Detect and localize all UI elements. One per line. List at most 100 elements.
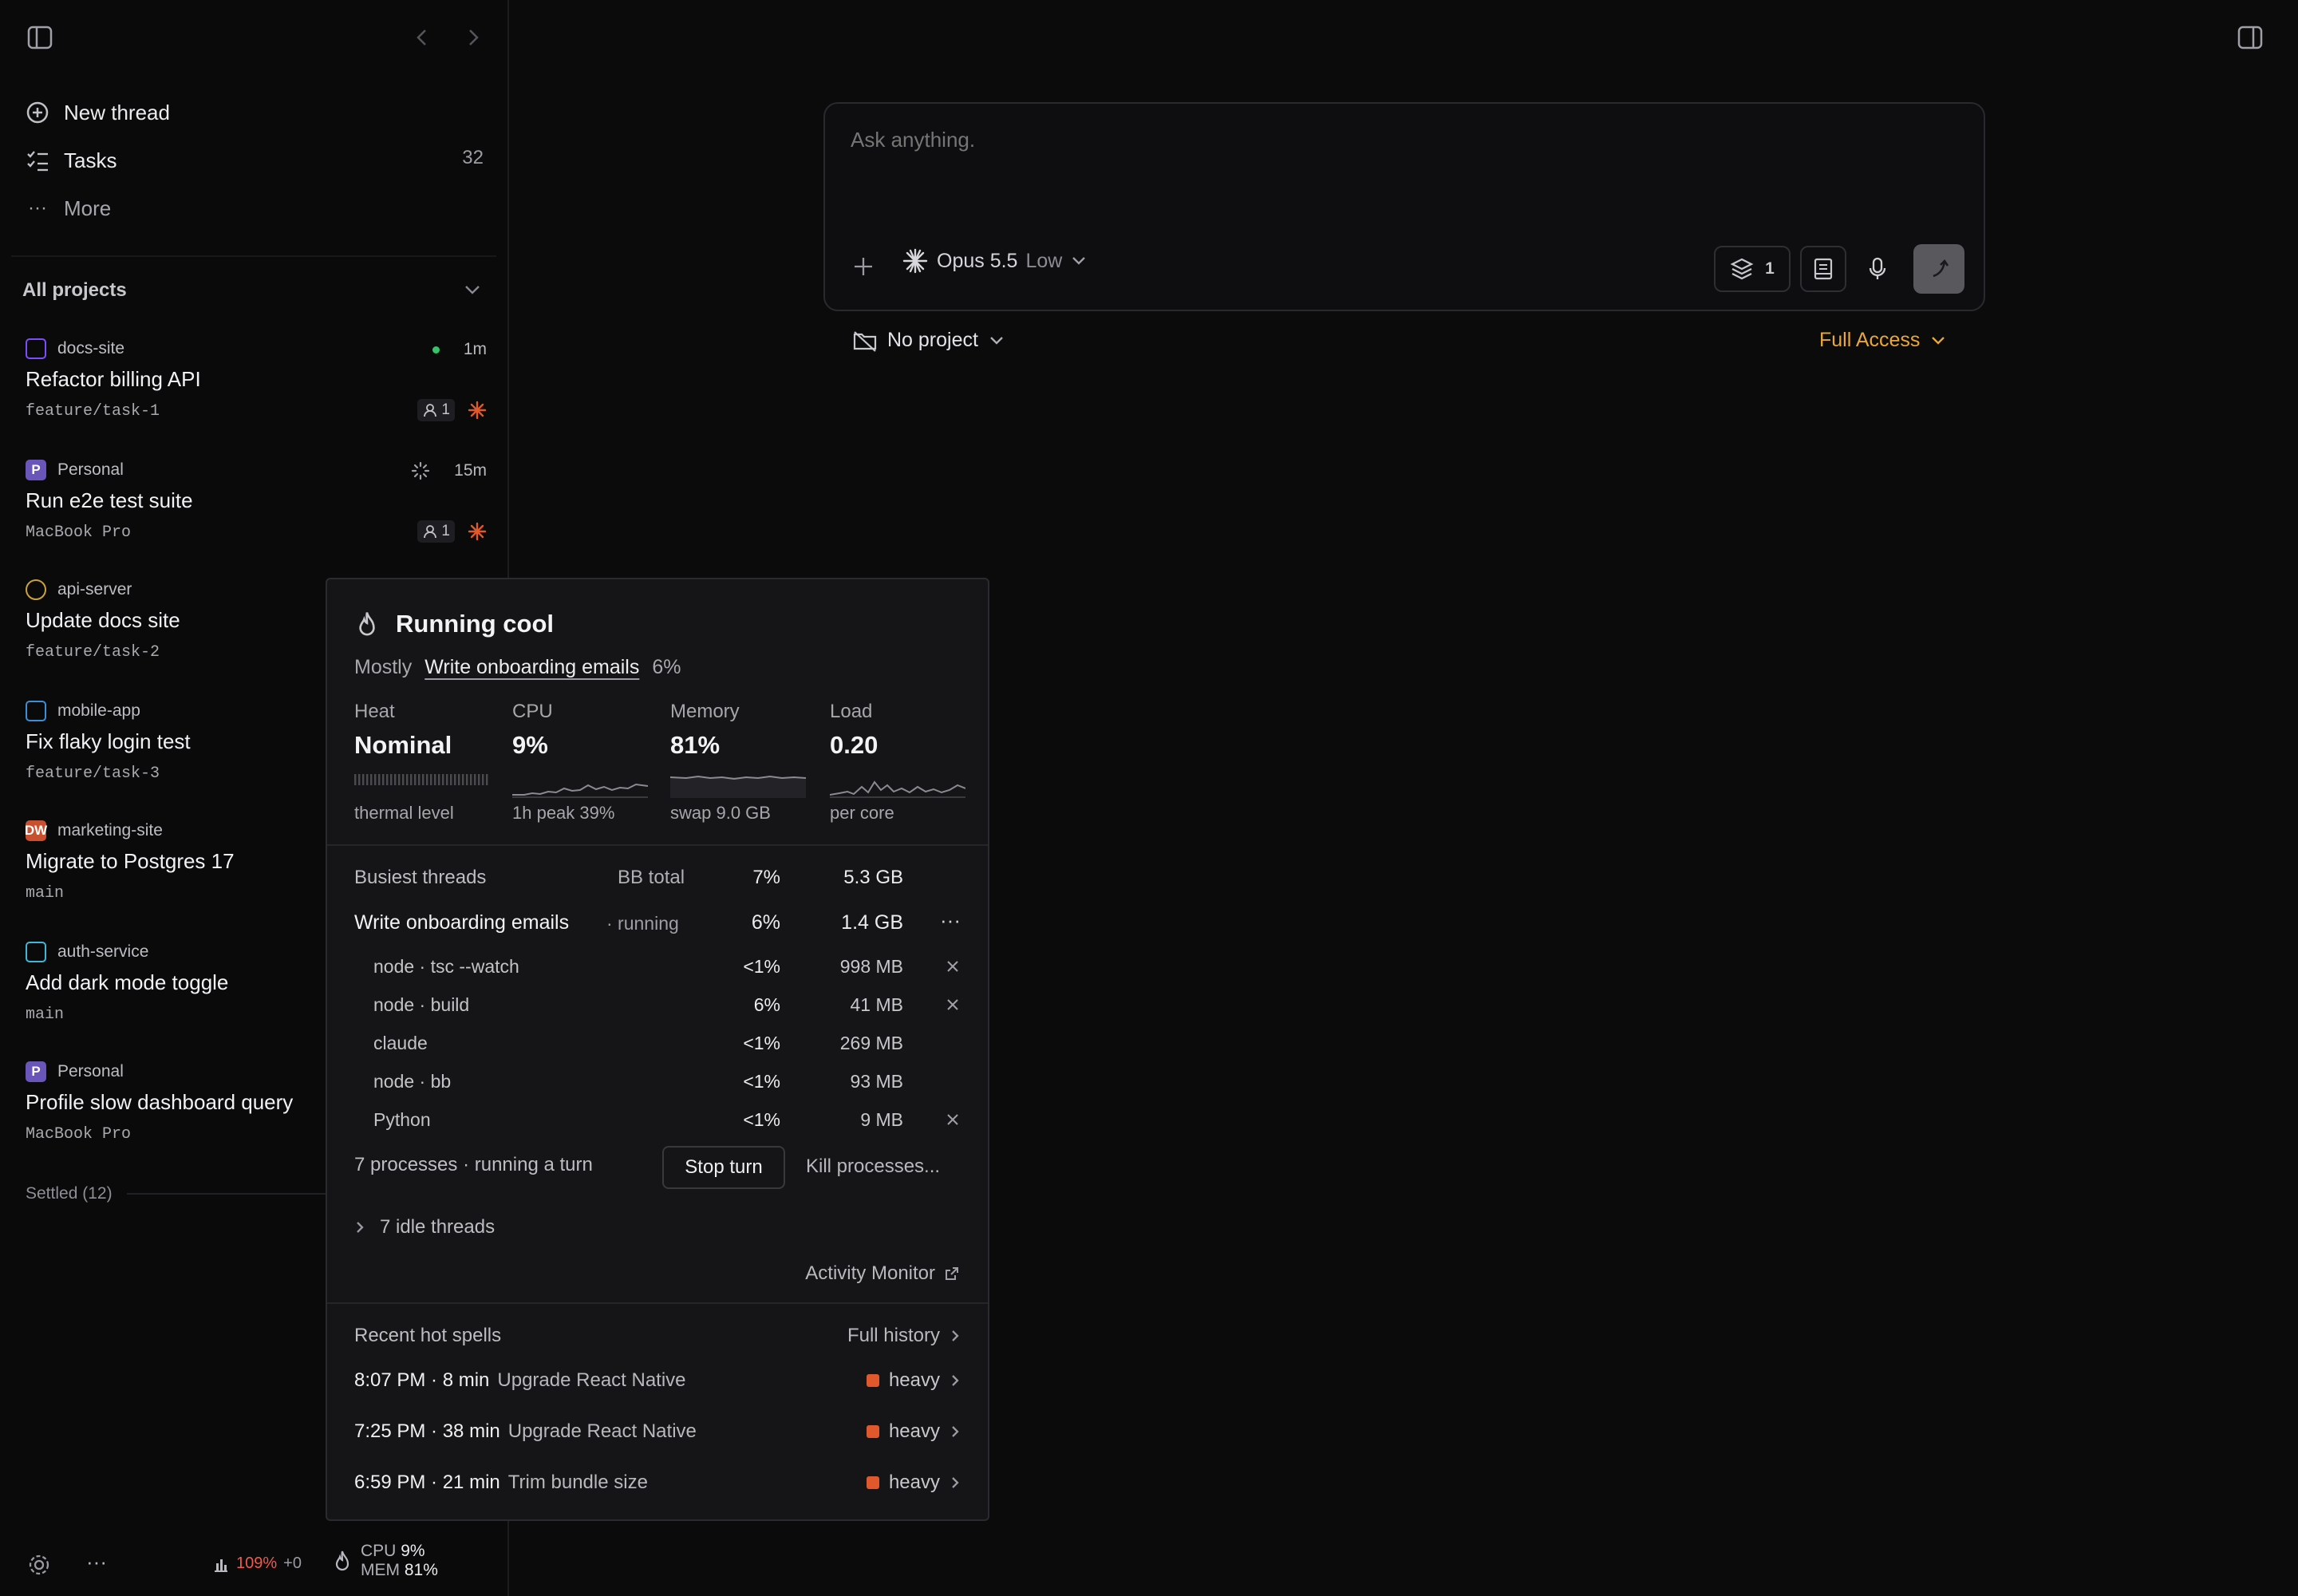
popover-divider — [327, 844, 988, 846]
metric-label: Heat — [354, 701, 395, 722]
attach-plus-icon[interactable] — [852, 255, 875, 282]
folder-off-icon — [853, 330, 877, 352]
busiest-thread-name: Write onboarding emails — [354, 911, 570, 934]
spell-level-label: heavy — [888, 1420, 940, 1442]
metric-value: 9% — [512, 731, 548, 759]
thread-branch: feature/task-1 — [26, 402, 160, 421]
thread-project: api-server — [26, 579, 132, 600]
bb-total-cpu: 7% — [752, 867, 780, 888]
hot-spell-row[interactable]: 6:59 PM · 21 min Trim bundle size heavy — [354, 1472, 961, 1503]
metric-label: CPU — [512, 701, 553, 722]
bb-total-mem: 5.3 GB — [843, 867, 903, 888]
process-row: Python <1% 9 MB — [354, 1109, 961, 1141]
model-selector[interactable]: Opus 5.5 Low — [902, 247, 1088, 275]
project-icon — [26, 579, 46, 600]
participants-count: 1 — [441, 523, 450, 539]
chevron-right-icon — [952, 1375, 959, 1386]
spell-time: 6:59 PM · 21 min — [354, 1472, 500, 1493]
sidebar-toggle-icon[interactable] — [27, 26, 53, 53]
tasks-button[interactable]: Tasks — [24, 140, 116, 180]
metric-heat: Heat Nominal thermal level — [354, 701, 490, 823]
spell-level-label: heavy — [888, 1369, 940, 1391]
footer-more-icon[interactable]: ··· — [86, 1550, 107, 1574]
load-indicator[interactable]: 109% +0 — [212, 1555, 302, 1573]
activity-monitor-label: Activity Monitor — [805, 1262, 935, 1284]
model-name: Opus 5.5 — [937, 249, 1018, 272]
thread-item[interactable]: docs-site Refactor billing API feature/tas… — [26, 338, 487, 450]
close-icon[interactable] — [945, 996, 961, 1017]
project-selector[interactable]: No project — [852, 329, 1005, 352]
idle-threads-toggle[interactable]: 7 idle threads — [354, 1216, 495, 1238]
project-name: auth-service — [57, 942, 149, 961]
load-delta: +0 — [283, 1555, 302, 1572]
hot-spell-row[interactable]: 7:25 PM · 38 min Upgrade React Native heav… — [354, 1420, 961, 1452]
thermal-tick — [462, 774, 464, 785]
sidebar-footer: ··· 109% +0 CPU 9% MEM 81% — [0, 1524, 509, 1596]
mostly-thread-link[interactable]: Write onboarding emails — [424, 656, 639, 679]
access-selector[interactable]: Full Access — [1819, 329, 1947, 352]
full-history-link[interactable]: Full history — [847, 1325, 961, 1347]
more-button[interactable]: ··· More — [24, 188, 111, 228]
project-icon: DW — [24, 820, 48, 841]
thread-time-label: 1m — [463, 340, 487, 358]
thermal-tick — [474, 774, 476, 785]
spell-level: heavy — [866, 1420, 961, 1443]
thermal-tick — [386, 774, 389, 785]
resource-indicator[interactable]: CPU 9% MEM 81% — [332, 1542, 438, 1580]
thread-title: Migrate to Postgres 17 — [26, 849, 235, 873]
thread-title: Run e2e test suite — [26, 488, 193, 512]
right-panel-toggle-icon[interactable] — [2237, 26, 2263, 53]
process-summary: 7 processes · running a turn — [354, 1154, 593, 1175]
settings-icon[interactable] — [27, 1553, 51, 1577]
thermal-tick — [434, 774, 436, 785]
popover-divider — [327, 1302, 988, 1304]
project-initials: DW — [24, 823, 48, 838]
spell-level-label: heavy — [888, 1472, 940, 1493]
send-button[interactable] — [1913, 244, 1964, 294]
kill-processes-button[interactable]: Kill processes... — [806, 1156, 940, 1178]
access-label: Full Access — [1819, 329, 1921, 351]
chevron-down-icon — [990, 336, 1003, 345]
model-effort: Low — [1025, 249, 1063, 272]
microphone-button[interactable] — [1854, 246, 1901, 292]
all-projects-title[interactable]: All projects — [22, 279, 127, 302]
tasks-label: Tasks — [64, 148, 117, 172]
stop-turn-button[interactable]: Stop turn — [662, 1146, 785, 1189]
spell-level: heavy — [866, 1369, 961, 1392]
cpu-value: 9% — [401, 1542, 425, 1560]
thermal-tick — [418, 774, 421, 785]
hot-spell-row[interactable]: 8:07 PM · 8 min Upgrade React Native heavy — [354, 1369, 961, 1401]
thread-project: docs-site — [26, 338, 124, 359]
thread-item[interactable]: P Personal Run e2e test suite MacBook Pro 15… — [26, 460, 487, 571]
mem-label: MEM — [361, 1561, 400, 1579]
participants-badge: 1 — [417, 520, 455, 543]
chevron-down-icon — [1932, 336, 1945, 345]
close-icon[interactable] — [945, 958, 961, 979]
process-row: claude <1% 269 MB — [354, 1033, 961, 1065]
back-icon[interactable] — [413, 27, 431, 52]
process-mem: 41 MB — [850, 994, 903, 1015]
process-mem: 269 MB — [839, 1033, 903, 1053]
close-icon[interactable] — [945, 1111, 961, 1132]
heat-swatch — [866, 1374, 879, 1387]
busiest-thread-row[interactable]: Write onboarding emails · running 6% 1.4… — [354, 908, 961, 943]
prompt-input[interactable] — [851, 128, 1952, 223]
spinner-icon — [412, 461, 430, 480]
thread-branch: MacBook Pro — [26, 523, 132, 542]
process-cpu: <1% — [743, 956, 780, 977]
activity-monitor-link[interactable]: Activity Monitor — [805, 1262, 961, 1285]
document-icon — [1814, 258, 1833, 280]
thermal-tick — [450, 774, 452, 785]
thread-title: Refactor billing API — [26, 367, 201, 391]
thread-more-icon[interactable]: ··· — [940, 908, 961, 933]
new-thread-button[interactable]: New thread — [24, 93, 170, 132]
notes-button[interactable] — [1800, 246, 1846, 292]
forward-icon[interactable] — [464, 27, 482, 52]
project-initials: P — [31, 1064, 41, 1079]
chevron-down-icon[interactable] — [463, 282, 482, 301]
more-label: More — [64, 196, 112, 220]
context-layers-button[interactable]: 1 — [1714, 246, 1791, 292]
thread-title: Profile slow dashboard query — [26, 1090, 294, 1114]
tasks-count: 32 — [462, 147, 484, 168]
thermal-tick — [366, 774, 369, 785]
